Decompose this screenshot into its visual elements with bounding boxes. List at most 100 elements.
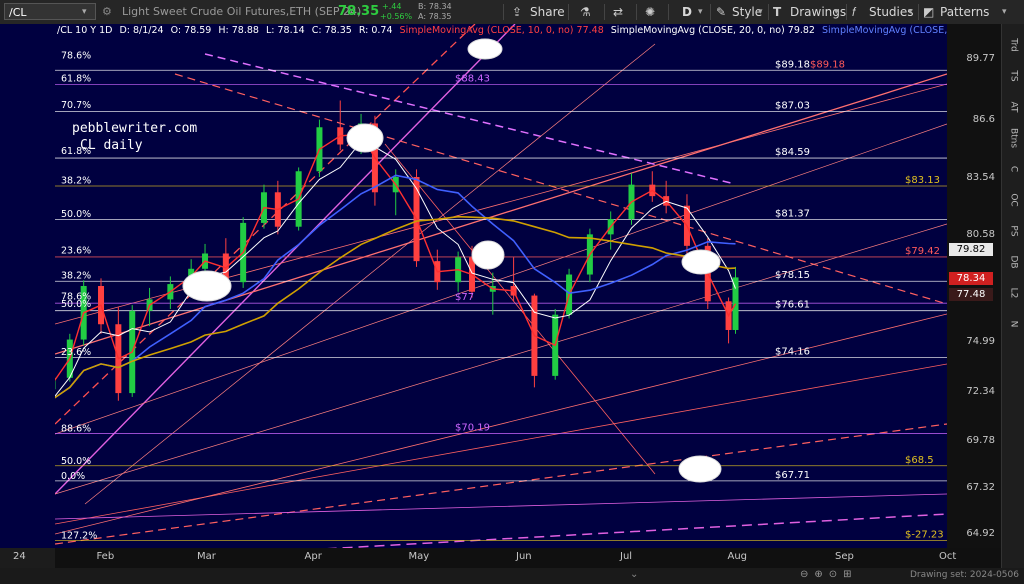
highlight-ellipse <box>681 249 721 275</box>
right-tab-btns[interactable]: Btns <box>1003 127 1024 150</box>
price-axis-tag: 79.82 <box>949 243 993 257</box>
price-level-label: $89.18 <box>775 59 810 70</box>
fib-percent-label: 70.7% <box>61 100 91 111</box>
highlight-ellipse <box>346 123 384 153</box>
right-tab-c[interactable]: C <box>1003 158 1024 181</box>
price-level-label: $70.19 <box>455 422 490 433</box>
candle-body <box>732 277 739 330</box>
right-tab-l2[interactable]: L2 <box>1003 282 1024 305</box>
period-button[interactable]: D <box>682 0 692 24</box>
header-open: O: 78.59 <box>170 25 212 36</box>
drawing-set-label[interactable]: Drawing set: 2024-0506 <box>910 570 1019 580</box>
time-axis-label: May <box>408 551 430 562</box>
header-period: /CL 10 Y 1D <box>57 25 113 36</box>
right-tab-trd[interactable]: Trd <box>1003 34 1024 57</box>
price-axis[interactable]: 89.77 86.6 83.54 80.58 74.99 72.34 69.78 67.32 6… <box>947 24 1001 548</box>
price-chart[interactable]: $89.18 $89.18 $88.43 $87.03 $84.59 $83.13 $81.… <box>55 24 947 548</box>
drawings-chevron-icon[interactable]: ▾ <box>834 0 839 24</box>
share-icon[interactable]: ⇪ <box>512 0 522 24</box>
price-axis-tag: 77.48 <box>949 288 993 302</box>
text-tool-icon[interactable]: T <box>773 0 781 24</box>
fib-percent-label: 61.8% <box>61 73 91 84</box>
fib-percent-label: 50.0% <box>61 456 91 467</box>
top-toolbar: /CL ▾ ⚙ Light Sweet Crude Oil Futures,ET… <box>0 0 1024 25</box>
zoom-controls-icon[interactable]: ⊖⊕⊙⊞ <box>800 569 858 580</box>
settings-icon[interactable]: ✺ <box>645 0 655 24</box>
highlight-ellipse <box>467 38 503 60</box>
header-range: R: 0.74 <box>358 25 393 36</box>
price-level-label: $84.59 <box>775 147 810 158</box>
studies-chevron-icon[interactable]: ▾ <box>908 0 913 24</box>
fib-percent-label: 50.0% <box>61 209 91 220</box>
right-tab-ps[interactable]: PS <box>1003 220 1024 243</box>
right-tab-db[interactable]: DB <box>1003 251 1024 274</box>
patterns-button[interactable]: Patterns <box>940 0 989 24</box>
price-level-label: $83.13 <box>905 175 940 186</box>
price-level-label: $88.43 <box>455 74 490 85</box>
sma20-value: 79.82 <box>787 25 815 36</box>
header-close: C: 78.35 <box>311 25 352 36</box>
price-level-label: $89.18 <box>810 59 845 70</box>
price-level-label: $76.61 <box>775 300 810 311</box>
time-axis-label: 24 <box>13 551 26 562</box>
patterns-icon[interactable]: ◩ <box>923 0 934 24</box>
watermark-site: pebblewriter.com <box>72 121 198 136</box>
price-level-label: $-27.23 <box>905 529 944 540</box>
sma10-label[interactable]: SimpleMovingAvg (CLOSE, 10, 0, no) <box>400 25 574 36</box>
price-level-label: $78.15 <box>775 270 810 281</box>
right-tab-at[interactable]: AT <box>1003 96 1024 119</box>
time-axis[interactable]: 24 Feb Mar Apr May Jun Jul Aug Sep Oct <box>13 548 1001 568</box>
time-axis-label: Aug <box>727 551 748 562</box>
price-level-label: $81.37 <box>775 209 810 220</box>
header-low: L: 78.14 <box>265 25 305 36</box>
price-level-label: $67.71 <box>775 470 810 481</box>
compare-icon[interactable]: ⇄ <box>613 0 623 24</box>
scroll-down-icon[interactable]: ⌄ <box>630 569 638 580</box>
fib-percent-label: 38.2% <box>61 176 91 187</box>
price-axis-label: 80.58 <box>966 228 995 240</box>
chart-left-margin <box>0 24 55 548</box>
fib-percent-label: 50.0% <box>61 299 91 310</box>
gear-icon[interactable]: ⚙ <box>102 0 112 24</box>
patterns-chevron-icon[interactable]: ▾ <box>1002 0 1007 24</box>
price-level-label: $74.16 <box>775 347 810 358</box>
right-tab-oc[interactable]: OC <box>1003 189 1024 212</box>
fib-percent-label: 127.2% <box>61 530 97 541</box>
time-axis-label: Apr <box>304 551 322 562</box>
right-tab-n[interactable]: N <box>1003 313 1024 336</box>
price-axis-label: 74.99 <box>966 335 995 347</box>
share-button[interactable]: Share <box>530 0 565 24</box>
fib-percent-label: 38.2% <box>61 270 91 281</box>
time-axis-label: Mar <box>197 551 216 562</box>
price-axis-label: 72.34 <box>966 386 995 398</box>
sma50-label[interactable]: SimpleMovingAvg (CLOSE,... <box>822 25 947 36</box>
studies-icon[interactable]: 𝑓 <box>852 0 856 24</box>
instrument-title: Light Sweet Crude Oil Futures,ETH (SEP 2… <box>122 5 362 18</box>
price-axis-label: 64.92 <box>966 528 995 540</box>
fib-percent-label: 23.6% <box>61 245 91 256</box>
price-axis-label: 89.77 <box>966 52 995 64</box>
fib-percent-label: 23.6% <box>61 347 91 358</box>
sma20-label[interactable]: SimpleMovingAvg (CLOSE, 20, 0, no) <box>611 25 785 36</box>
price-level-label: $68.5 <box>905 455 934 466</box>
status-bar: ⌄ ⊖⊕⊙⊞ Drawing set: 2024-0506 <box>0 568 1024 584</box>
chevron-down-icon[interactable]: ▾ <box>698 0 703 24</box>
last-price: 78.35 <box>338 4 380 19</box>
flask-icon[interactable]: ⚗ <box>580 0 591 24</box>
pencil-icon[interactable]: ✎ <box>716 0 726 24</box>
price-level-label: $77 <box>455 292 474 303</box>
studies-button[interactable]: Studies <box>869 0 914 24</box>
time-axis-label: Feb <box>96 551 115 562</box>
style-chevron-icon[interactable]: ▾ <box>758 0 763 24</box>
time-axis-label: Jun <box>516 551 532 562</box>
time-axis-label: Oct <box>939 551 957 562</box>
study-header: /CL 10 Y 1D D: 8/1/24 O: 78.59 H: 78.88 … <box>57 24 947 38</box>
highlight-ellipse <box>678 455 722 483</box>
sma10-value: 77.48 <box>576 25 604 36</box>
time-axis-label: Jul <box>620 551 633 562</box>
right-side-tabs: Trd TS AT Btns C OC PS DB L2 N <box>1001 24 1024 584</box>
price-level-label: $87.03 <box>775 100 810 111</box>
symbol-dropdown-icon[interactable]: ▾ <box>82 0 87 24</box>
header-high: H: 78.88 <box>218 25 259 36</box>
right-tab-ts[interactable]: TS <box>1003 65 1024 88</box>
